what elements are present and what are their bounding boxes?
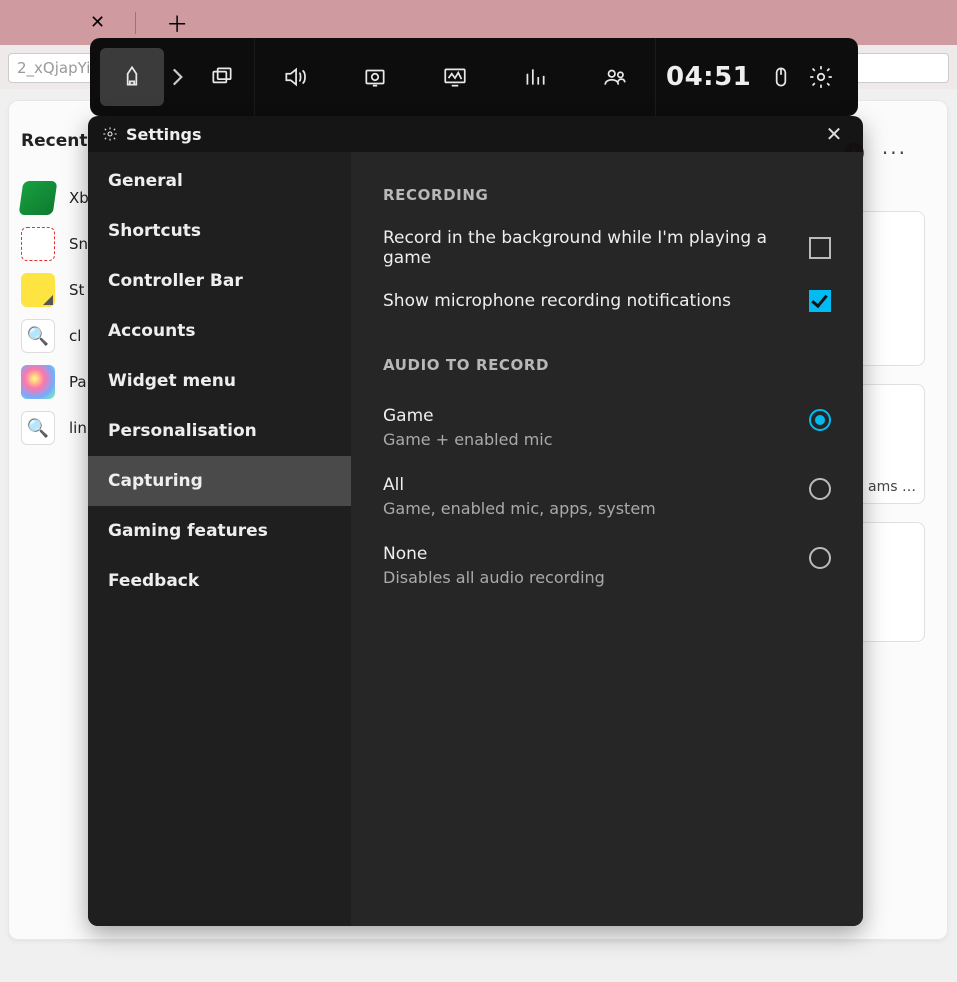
nav-item-widget-menu[interactable]: Widget menu: [88, 356, 351, 406]
camera-widget-button[interactable]: [343, 48, 407, 106]
gamebar-toolbar: 04:51: [90, 38, 858, 116]
radio-desc: Game + enabled mic: [383, 430, 553, 449]
nav-item-capturing[interactable]: Capturing: [88, 456, 351, 506]
performance-widget-button[interactable]: [423, 48, 487, 106]
recent-item-label: Xb: [69, 189, 89, 207]
settings-titlebar: Settings ✕: [88, 116, 863, 152]
settings-content: RECORDING Record in the background while…: [351, 152, 863, 926]
nav-item-personalisation[interactable]: Personalisation: [88, 406, 351, 456]
new-tab-icon[interactable]: ＋: [166, 7, 188, 39]
audio-option-all[interactable]: All Game, enabled mic, apps, system: [383, 475, 831, 518]
option-label: Show microphone recording notifications: [383, 291, 731, 311]
more-icon[interactable]: ···: [882, 141, 907, 165]
audio-widget-button[interactable]: [263, 48, 327, 106]
paint-icon: [21, 365, 55, 399]
radio-desc: Disables all audio recording: [383, 568, 605, 587]
nav-item-controller-bar[interactable]: Controller Bar: [88, 256, 351, 306]
option-background-record[interactable]: Record in the background while I'm playi…: [383, 228, 831, 268]
tab-separator: [135, 12, 136, 34]
radio-desc: Game, enabled mic, apps, system: [383, 499, 656, 518]
nav-item-general[interactable]: General: [88, 156, 351, 206]
recent-item-label: lin: [69, 419, 87, 437]
recent-item-label: cl: [69, 327, 81, 345]
card-caption: ams …: [868, 479, 916, 495]
audio-option-game[interactable]: Game Game + enabled mic: [383, 406, 831, 449]
social-widget-button[interactable]: [583, 48, 647, 106]
sticky-icon: [21, 273, 55, 307]
capture-widget-button[interactable]: [190, 48, 254, 106]
section-title-recording: RECORDING: [383, 186, 831, 204]
audio-radio-group: Game Game + enabled mic All Game, enable…: [383, 406, 831, 587]
radio-title: All: [383, 475, 656, 495]
search-icon: 🔍: [21, 411, 55, 445]
recent-item-label: Pa: [69, 373, 87, 391]
radio[interactable]: [809, 547, 831, 569]
radio[interactable]: [809, 409, 831, 431]
nav-item-gaming-features[interactable]: Gaming features: [88, 506, 351, 556]
nav-item-accounts[interactable]: Accounts: [88, 306, 351, 356]
settings-title: Settings: [126, 125, 202, 144]
gamebar-settings-panel: Settings ✕ General Shortcuts Controller …: [88, 116, 863, 926]
radio-title: Game: [383, 406, 553, 426]
checkbox[interactable]: [809, 290, 831, 312]
recent-heading: Recent: [21, 131, 87, 151]
option-label: Record in the background while I'm playi…: [383, 228, 809, 268]
chevron-right-icon[interactable]: [164, 64, 190, 90]
audio-option-none[interactable]: None Disables all audio recording: [383, 544, 831, 587]
checkbox[interactable]: [809, 237, 831, 259]
settings-nav: General Shortcuts Controller Bar Account…: [88, 152, 351, 926]
toolbar-separator: [655, 38, 656, 116]
tab-close-icon[interactable]: ✕: [90, 12, 105, 33]
snip-icon: [21, 227, 55, 261]
clock-display: 04:51: [666, 62, 751, 92]
gear-icon: [102, 126, 118, 142]
gamebar-settings-button[interactable]: [801, 48, 841, 106]
toolbar-widget-strip: [255, 38, 655, 116]
option-mic-notifications[interactable]: Show microphone recording notifications: [383, 290, 831, 312]
recent-item-label: Sn: [69, 235, 88, 253]
resources-widget-button[interactable]: [503, 48, 567, 106]
radio[interactable]: [809, 478, 831, 500]
close-icon[interactable]: ✕: [819, 122, 849, 146]
xbox-icon: [19, 181, 58, 215]
widget-home-button[interactable]: [100, 48, 164, 106]
nav-item-feedback[interactable]: Feedback: [88, 556, 351, 606]
nav-item-shortcuts[interactable]: Shortcuts: [88, 206, 351, 256]
section-title-audio: AUDIO TO RECORD: [383, 356, 831, 374]
mouse-indicator-icon[interactable]: [761, 48, 801, 106]
search-icon: 🔍: [21, 319, 55, 353]
recent-item-label: St: [69, 281, 84, 299]
radio-title: None: [383, 544, 605, 564]
